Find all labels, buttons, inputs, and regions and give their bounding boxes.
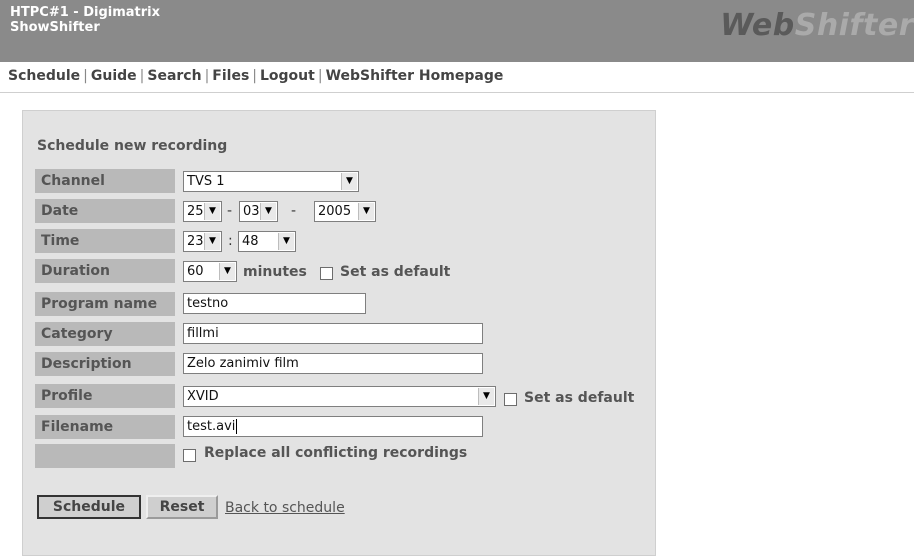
program-name-label: Program name [35, 292, 175, 316]
nav-guide[interactable]: Guide [91, 68, 137, 84]
schedule-button[interactable]: Schedule [37, 495, 141, 519]
duration-select[interactable]: 60 ▼ [183, 261, 237, 282]
duration-label: Duration [35, 259, 175, 283]
time-minute-value: 48 [242, 234, 259, 249]
duration-default-label: Set as default [340, 264, 451, 280]
profile-default-checkbox[interactable] [504, 393, 517, 406]
channel-label: Channel [35, 169, 175, 193]
description-label: Description [35, 352, 175, 376]
profile-label: Profile [35, 384, 175, 408]
header-title: HTPC#1 - Digimatrix ShowShifter [10, 5, 160, 35]
date-label: Date [35, 199, 175, 223]
replace-conflicts-label: Replace all conflicting recordings [204, 445, 468, 461]
date-day-value: 25 [187, 204, 204, 219]
chevron-down-icon: ▼ [341, 173, 357, 190]
back-to-schedule-link[interactable]: Back to schedule [225, 500, 345, 516]
channel-value: TVS 1 [187, 174, 225, 189]
header-app: ShowShifter [10, 20, 100, 35]
chevron-down-icon: ▼ [260, 203, 276, 220]
date-day-select[interactable]: 25 ▼ [183, 201, 222, 222]
chevron-down-icon: ▼ [204, 233, 220, 250]
nav-separator: | [204, 68, 210, 84]
duration-default-checkbox[interactable] [320, 267, 333, 280]
time-minute-select[interactable]: 48 ▼ [238, 231, 296, 252]
reset-button[interactable]: Reset [146, 495, 218, 519]
nav-logout[interactable]: Logout [260, 68, 315, 84]
nav-files[interactable]: Files [212, 68, 249, 84]
chevron-down-icon: ▼ [219, 263, 235, 280]
nav-homepage[interactable]: WebShifter Homepage [326, 68, 504, 84]
nav-separator: | [139, 68, 145, 84]
chevron-down-icon: ▼ [358, 203, 374, 220]
header-host: HTPC#1 - Digimatrix [10, 5, 160, 20]
date-separator: - [291, 203, 297, 219]
chevron-down-icon: ▼ [478, 388, 494, 405]
filename-label: Filename [35, 415, 175, 439]
profile-default-label: Set as default [524, 390, 635, 406]
app-header: HTPC#1 - Digimatrix ShowShifter WebShift… [0, 0, 914, 62]
date-month-select[interactable]: 03 ▼ [239, 201, 278, 222]
empty-label-cell [35, 444, 175, 468]
nav-separator: | [252, 68, 257, 84]
logo-shifter: Shifter [794, 8, 914, 43]
text-caret [236, 419, 238, 434]
webshifter-logo: WebShifter [720, 8, 914, 44]
time-hour-value: 23 [187, 234, 204, 249]
duration-value: 60 [187, 264, 204, 279]
profile-select[interactable]: XVID ▼ [183, 386, 496, 407]
channel-select[interactable]: TVS 1 ▼ [183, 171, 359, 192]
nav-separator: | [83, 68, 88, 84]
nav-separator: | [317, 68, 323, 84]
date-separator: - [227, 203, 233, 219]
time-label: Time [35, 229, 175, 253]
date-year-select[interactable]: 2005 ▼ [314, 201, 376, 222]
category-input[interactable]: fillmi [183, 323, 483, 344]
program-name-input[interactable]: testno [183, 293, 366, 314]
form-title: Schedule new recording [37, 138, 228, 154]
time-separator: : [228, 233, 233, 249]
nav-search[interactable]: Search [147, 68, 201, 84]
chevron-down-icon: ▼ [278, 233, 294, 250]
nav-divider [0, 92, 914, 93]
filename-input[interactable]: test.avi [183, 416, 483, 437]
duration-unit: minutes [243, 264, 307, 280]
category-label: Category [35, 322, 175, 346]
date-year-value: 2005 [318, 204, 352, 219]
profile-value: XVID [187, 389, 219, 404]
description-input[interactable]: Zelo zanimiv film [183, 353, 483, 374]
date-month-value: 03 [243, 204, 260, 219]
nav-schedule[interactable]: Schedule [8, 68, 80, 84]
filename-value: test.avi [187, 419, 236, 434]
top-nav: Schedule | Guide | Search | Files | Logout | WebSh… [8, 68, 503, 84]
logo-web: Web [720, 8, 795, 43]
replace-conflicts-checkbox[interactable] [183, 449, 196, 462]
chevron-down-icon: ▼ [204, 203, 220, 220]
time-hour-select[interactable]: 23 ▼ [183, 231, 222, 252]
